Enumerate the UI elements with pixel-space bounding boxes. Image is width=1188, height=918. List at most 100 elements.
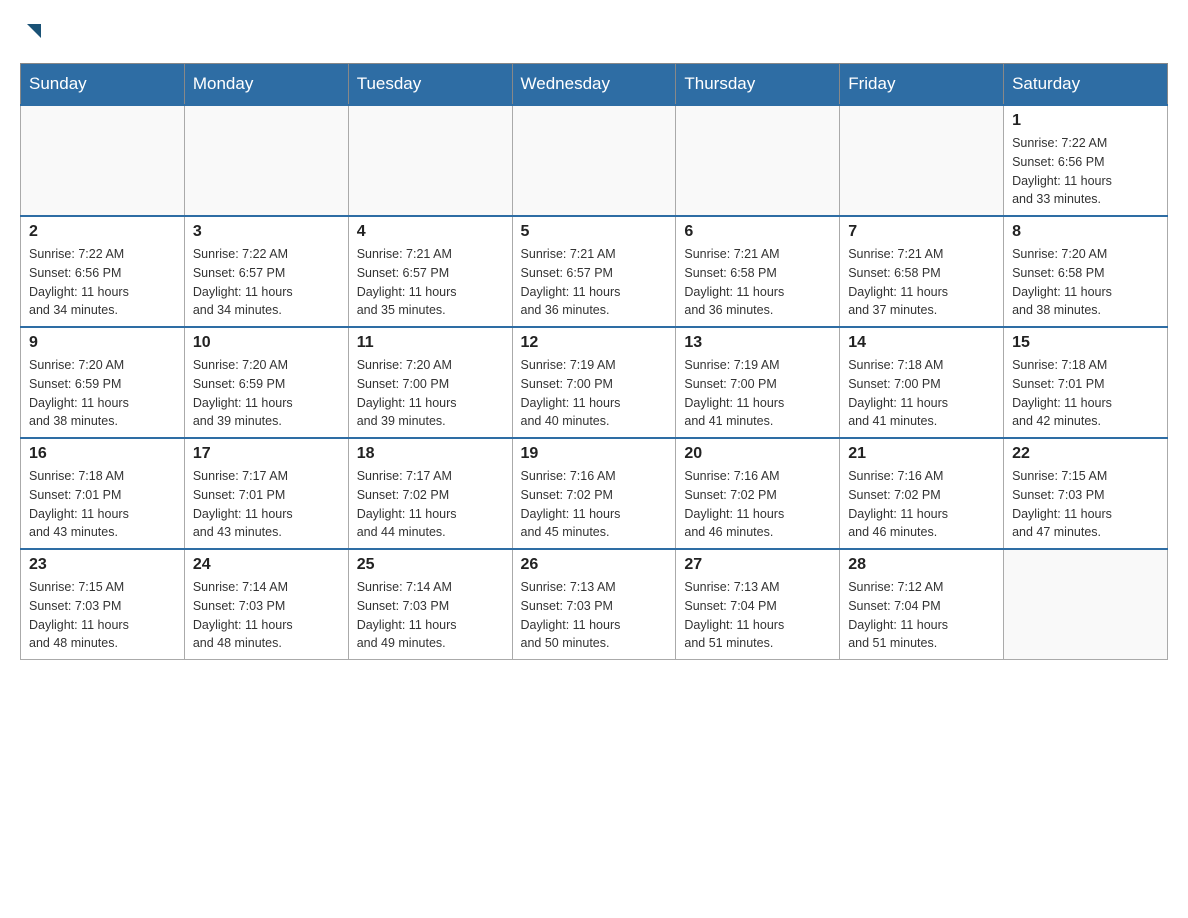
day-number: 7 xyxy=(848,223,995,241)
calendar-cell: 13 Sunrise: 7:19 AM Sunset: 7:00 PM Dayli… xyxy=(676,327,840,438)
day-info: Sunrise: 7:21 AM Sunset: 6:57 PM Dayligh… xyxy=(357,245,504,320)
day-info: Sunrise: 7:17 AM Sunset: 7:02 PM Dayligh… xyxy=(357,467,504,542)
day-info: Sunrise: 7:15 AM Sunset: 7:03 PM Dayligh… xyxy=(29,578,176,653)
calendar-cell xyxy=(840,105,1004,216)
calendar-cell: 15Sunrise: 7:18 AM Sunset: 7:01 PM Dayli… xyxy=(1004,327,1168,438)
day-number: 5 xyxy=(521,223,668,241)
day-info: Sunrise: 7:22 AM Sunset: 6:57 PM Dayligh… xyxy=(193,245,340,320)
col-header-thursday: Thursday xyxy=(676,64,840,106)
calendar-cell: 7 Sunrise: 7:21 AM Sunset: 6:58 PM Daylig… xyxy=(840,216,1004,327)
day-info: Sunrise: 7:16 AM Sunset: 7:02 PM Dayligh… xyxy=(848,467,995,542)
page-header xyxy=(20,20,1168,47)
day-number: 25 xyxy=(357,556,504,574)
day-number: 8 xyxy=(1012,223,1159,241)
calendar-cell: 23 Sunrise: 7:15 AM Sunset: 7:03 PM Dayli… xyxy=(21,549,185,660)
day-number: 3 xyxy=(193,223,340,241)
day-number: 11 xyxy=(357,334,504,352)
day-number: 22 xyxy=(1012,445,1159,463)
calendar-cell: 27 Sunrise: 7:13 AM Sunset: 7:04 PM Dayli… xyxy=(676,549,840,660)
calendar-cell xyxy=(348,105,512,216)
day-number: 19 xyxy=(521,445,668,463)
day-info: Sunrise: 7:19 AM Sunset: 7:00 PM Dayligh… xyxy=(684,356,831,431)
day-number: 20 xyxy=(684,445,831,463)
day-info: Sunrise: 7:15 AM Sunset: 7:03 PM Dayligh… xyxy=(1012,467,1159,542)
col-header-friday: Friday xyxy=(840,64,1004,106)
calendar-cell: 25 Sunrise: 7:14 AM Sunset: 7:03 PM Dayli… xyxy=(348,549,512,660)
day-info: Sunrise: 7:13 AM Sunset: 7:04 PM Dayligh… xyxy=(684,578,831,653)
calendar-table: SundayMondayTuesdayWednesdayThursdayFrid… xyxy=(20,63,1168,660)
calendar-cell: 9 Sunrise: 7:20 AM Sunset: 6:59 PM Daylig… xyxy=(21,327,185,438)
day-number: 24 xyxy=(193,556,340,574)
day-number: 23 xyxy=(29,556,176,574)
col-header-sunday: Sunday xyxy=(21,64,185,106)
calendar-cell: 17 Sunrise: 7:17 AM Sunset: 7:01 PM Dayli… xyxy=(184,438,348,549)
day-info: Sunrise: 7:22 AM Sunset: 6:56 PM Dayligh… xyxy=(29,245,176,320)
day-number: 2 xyxy=(29,223,176,241)
day-info: Sunrise: 7:13 AM Sunset: 7:03 PM Dayligh… xyxy=(521,578,668,653)
day-number: 17 xyxy=(193,445,340,463)
day-info: Sunrise: 7:16 AM Sunset: 7:02 PM Dayligh… xyxy=(684,467,831,542)
day-number: 15 xyxy=(1012,334,1159,352)
day-info: Sunrise: 7:21 AM Sunset: 6:58 PM Dayligh… xyxy=(848,245,995,320)
day-number: 26 xyxy=(521,556,668,574)
col-header-tuesday: Tuesday xyxy=(348,64,512,106)
calendar-cell: 3 Sunrise: 7:22 AM Sunset: 6:57 PM Daylig… xyxy=(184,216,348,327)
day-number: 4 xyxy=(357,223,504,241)
calendar-cell xyxy=(21,105,185,216)
calendar-cell: 16 Sunrise: 7:18 AM Sunset: 7:01 PM Dayli… xyxy=(21,438,185,549)
day-number: 10 xyxy=(193,334,340,352)
calendar-cell: 12 Sunrise: 7:19 AM Sunset: 7:00 PM Dayli… xyxy=(512,327,676,438)
day-info: Sunrise: 7:14 AM Sunset: 7:03 PM Dayligh… xyxy=(357,578,504,653)
calendar-cell xyxy=(1004,549,1168,660)
day-number: 9 xyxy=(29,334,176,352)
day-info: Sunrise: 7:20 AM Sunset: 6:59 PM Dayligh… xyxy=(193,356,340,431)
calendar-cell: 24Sunrise: 7:14 AM Sunset: 7:03 PM Dayli… xyxy=(184,549,348,660)
day-info: Sunrise: 7:21 AM Sunset: 6:57 PM Dayligh… xyxy=(521,245,668,320)
calendar-cell: 10 Sunrise: 7:20 AM Sunset: 6:59 PM Dayli… xyxy=(184,327,348,438)
calendar-cell: 6 Sunrise: 7:21 AM Sunset: 6:58 PM Daylig… xyxy=(676,216,840,327)
day-info: Sunrise: 7:22 AM Sunset: 6:56 PM Dayligh… xyxy=(1012,134,1159,209)
day-number: 14 xyxy=(848,334,995,352)
day-info: Sunrise: 7:17 AM Sunset: 7:01 PM Dayligh… xyxy=(193,467,340,542)
day-number: 21 xyxy=(848,445,995,463)
day-info: Sunrise: 7:12 AM Sunset: 7:04 PM Dayligh… xyxy=(848,578,995,653)
calendar-week-row: 9 Sunrise: 7:20 AM Sunset: 6:59 PM Daylig… xyxy=(21,327,1168,438)
day-number: 13 xyxy=(684,334,831,352)
calendar-cell xyxy=(184,105,348,216)
day-info: Sunrise: 7:18 AM Sunset: 7:00 PM Dayligh… xyxy=(848,356,995,431)
day-info: Sunrise: 7:16 AM Sunset: 7:02 PM Dayligh… xyxy=(521,467,668,542)
col-header-wednesday: Wednesday xyxy=(512,64,676,106)
day-number: 6 xyxy=(684,223,831,241)
calendar-cell: 14 Sunrise: 7:18 AM Sunset: 7:00 PM Dayli… xyxy=(840,327,1004,438)
logo-arrow-icon xyxy=(23,20,45,42)
calendar-week-row: 16 Sunrise: 7:18 AM Sunset: 7:01 PM Dayli… xyxy=(21,438,1168,549)
calendar-cell: 2 Sunrise: 7:22 AM Sunset: 6:56 PM Daylig… xyxy=(21,216,185,327)
day-info: Sunrise: 7:19 AM Sunset: 7:00 PM Dayligh… xyxy=(521,356,668,431)
col-header-monday: Monday xyxy=(184,64,348,106)
day-info: Sunrise: 7:18 AM Sunset: 7:01 PM Dayligh… xyxy=(29,467,176,542)
day-number: 12 xyxy=(521,334,668,352)
day-number: 1 xyxy=(1012,112,1159,130)
col-header-saturday: Saturday xyxy=(1004,64,1168,106)
calendar-week-row: 2 Sunrise: 7:22 AM Sunset: 6:56 PM Daylig… xyxy=(21,216,1168,327)
day-info: Sunrise: 7:21 AM Sunset: 6:58 PM Dayligh… xyxy=(684,245,831,320)
calendar-cell: 22 Sunrise: 7:15 AM Sunset: 7:03 PM Dayli… xyxy=(1004,438,1168,549)
day-number: 18 xyxy=(357,445,504,463)
calendar-cell: 1 Sunrise: 7:22 AM Sunset: 6:56 PM Daylig… xyxy=(1004,105,1168,216)
logo xyxy=(20,20,45,47)
calendar-cell: 11 Sunrise: 7:20 AM Sunset: 7:00 PM Dayli… xyxy=(348,327,512,438)
calendar-cell xyxy=(676,105,840,216)
calendar-cell: 21 Sunrise: 7:16 AM Sunset: 7:02 PM Dayli… xyxy=(840,438,1004,549)
calendar-cell: 19 Sunrise: 7:16 AM Sunset: 7:02 PM Dayli… xyxy=(512,438,676,549)
calendar-cell: 26 Sunrise: 7:13 AM Sunset: 7:03 PM Dayli… xyxy=(512,549,676,660)
calendar-cell: 8 Sunrise: 7:20 AM Sunset: 6:58 PM Daylig… xyxy=(1004,216,1168,327)
day-number: 16 xyxy=(29,445,176,463)
calendar-cell: 20 Sunrise: 7:16 AM Sunset: 7:02 PM Dayli… xyxy=(676,438,840,549)
day-number: 28 xyxy=(848,556,995,574)
day-info: Sunrise: 7:20 AM Sunset: 6:59 PM Dayligh… xyxy=(29,356,176,431)
calendar-week-row: 23 Sunrise: 7:15 AM Sunset: 7:03 PM Dayli… xyxy=(21,549,1168,660)
calendar-cell xyxy=(512,105,676,216)
day-info: Sunrise: 7:20 AM Sunset: 7:00 PM Dayligh… xyxy=(357,356,504,431)
day-info: Sunrise: 7:20 AM Sunset: 6:58 PM Dayligh… xyxy=(1012,245,1159,320)
day-number: 27 xyxy=(684,556,831,574)
